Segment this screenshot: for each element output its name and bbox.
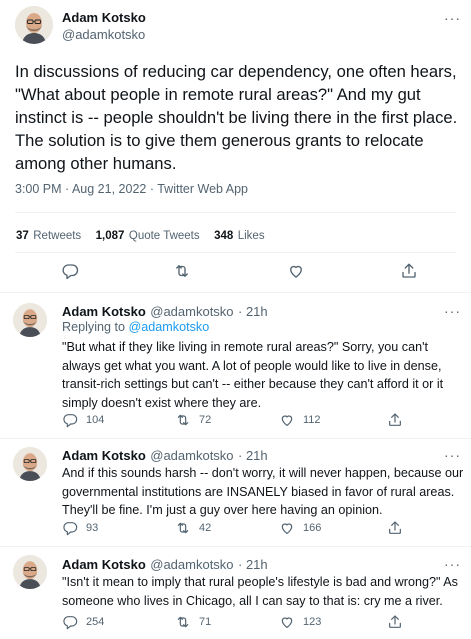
retweet-action[interactable]: 42 <box>175 520 211 536</box>
retweet-icon <box>177 414 189 426</box>
more-options-button[interactable]: ··· <box>444 10 461 26</box>
share-icon[interactable] <box>387 614 403 635</box>
retweet-count: 72 <box>199 414 212 426</box>
reply-icon[interactable] <box>61 262 79 285</box>
reply-text: "But what if they like living in remote … <box>62 340 444 410</box>
reply-icon <box>63 522 78 536</box>
more-options-button[interactable]: ··· <box>444 303 461 319</box>
replying-to-handle[interactable]: @adamkotsko <box>129 320 210 334</box>
reply-author-handle[interactable]: @adamkotsko <box>150 304 233 319</box>
reply-icon <box>63 414 78 428</box>
reply-count: 254 <box>86 616 105 628</box>
reply-author-handle[interactable]: @adamkotsko <box>150 557 233 572</box>
likes-label: Likes <box>237 230 265 242</box>
divider <box>15 212 456 213</box>
like-action[interactable]: 166 <box>279 520 321 536</box>
share-icon[interactable] <box>387 520 403 541</box>
reply-author-name[interactable]: Adam Kotsko <box>62 304 146 319</box>
tweet-text: In discussions of reducing car dependenc… <box>15 62 458 173</box>
retweet-count: 71 <box>199 616 212 628</box>
reply-action[interactable]: 104 <box>62 412 104 428</box>
share-icon[interactable] <box>400 262 418 285</box>
like-icon[interactable] <box>287 262 305 285</box>
reply-count: 104 <box>86 414 105 426</box>
like-icon <box>281 415 293 426</box>
reply-icon <box>63 616 78 630</box>
author-name[interactable]: Adam Kotsko <box>62 10 146 25</box>
quotes-label: Quote Tweets <box>128 230 200 242</box>
more-options-button[interactable]: ··· <box>444 447 461 463</box>
replying-to-label: Replying to <box>62 320 126 334</box>
like-action[interactable]: 112 <box>279 412 321 428</box>
like-action[interactable]: 123 <box>279 614 321 630</box>
reply-header: Adam Kotsko @adamkotsko · 21h <box>62 303 268 321</box>
divider <box>0 546 471 547</box>
author-avatar[interactable] <box>15 6 53 44</box>
like-count: 123 <box>303 616 322 628</box>
author-handle[interactable]: @adamkotsko <box>62 27 145 42</box>
like-icon <box>281 617 293 628</box>
reply-avatar[interactable] <box>13 555 47 589</box>
retweet-count: 42 <box>199 522 212 534</box>
divider <box>15 252 456 253</box>
reply-avatar[interactable] <box>13 447 47 481</box>
retweet-action[interactable]: 71 <box>175 614 211 630</box>
retweet-icon <box>177 616 189 628</box>
reply-avatar[interactable] <box>13 303 47 337</box>
retweets-count: 37 <box>16 230 29 242</box>
likes-stat[interactable]: 348 Likes <box>214 226 265 243</box>
divider <box>0 438 471 439</box>
like-count: 166 <box>303 522 322 534</box>
quotes-count: 1,087 <box>95 230 125 242</box>
likes-count: 348 <box>214 230 234 242</box>
reply-time[interactable]: · 21h <box>238 557 268 572</box>
retweets-stat[interactable]: 37 Retweets <box>16 226 86 243</box>
tweet-timestamp[interactable]: 3:00 PM · Aug 21, 2022 · Twitter Web App <box>15 182 248 196</box>
reply-author-name[interactable]: Adam Kotsko <box>62 448 146 463</box>
reply-text: "Isn't it mean to imply that rural peopl… <box>62 575 458 608</box>
retweet-icon[interactable] <box>173 262 191 285</box>
reply-author-name[interactable]: Adam Kotsko <box>62 557 146 572</box>
retweets-label: Retweets <box>33 230 82 242</box>
reply-action[interactable]: 93 <box>62 520 98 536</box>
reply-text: And if this sounds harsh -- don't worry,… <box>62 466 464 517</box>
replying-to: Replying to @adamkotsko <box>62 320 209 334</box>
tweet-stats: 37 Retweets 1,087 Quote Tweets 348 Likes <box>16 226 265 244</box>
more-options-button[interactable]: ··· <box>444 556 461 572</box>
reply-header: Adam Kotsko @adamkotsko · 21h <box>62 556 268 574</box>
divider <box>0 292 471 293</box>
share-icon[interactable] <box>387 412 403 433</box>
reply-time[interactable]: · 21h <box>238 448 268 463</box>
like-icon <box>281 523 293 534</box>
reply-action[interactable]: 254 <box>62 614 104 630</box>
reply-header: Adam Kotsko @adamkotsko · 21h <box>62 447 268 465</box>
quotes-stat[interactable]: 1,087 Quote Tweets <box>96 226 204 243</box>
reply-time[interactable]: · 21h <box>238 304 268 319</box>
reply-count: 93 <box>86 522 99 534</box>
like-count: 112 <box>303 414 321 426</box>
retweet-action[interactable]: 72 <box>175 412 211 428</box>
retweet-icon <box>177 522 189 534</box>
reply-author-handle[interactable]: @adamkotsko <box>150 448 233 463</box>
